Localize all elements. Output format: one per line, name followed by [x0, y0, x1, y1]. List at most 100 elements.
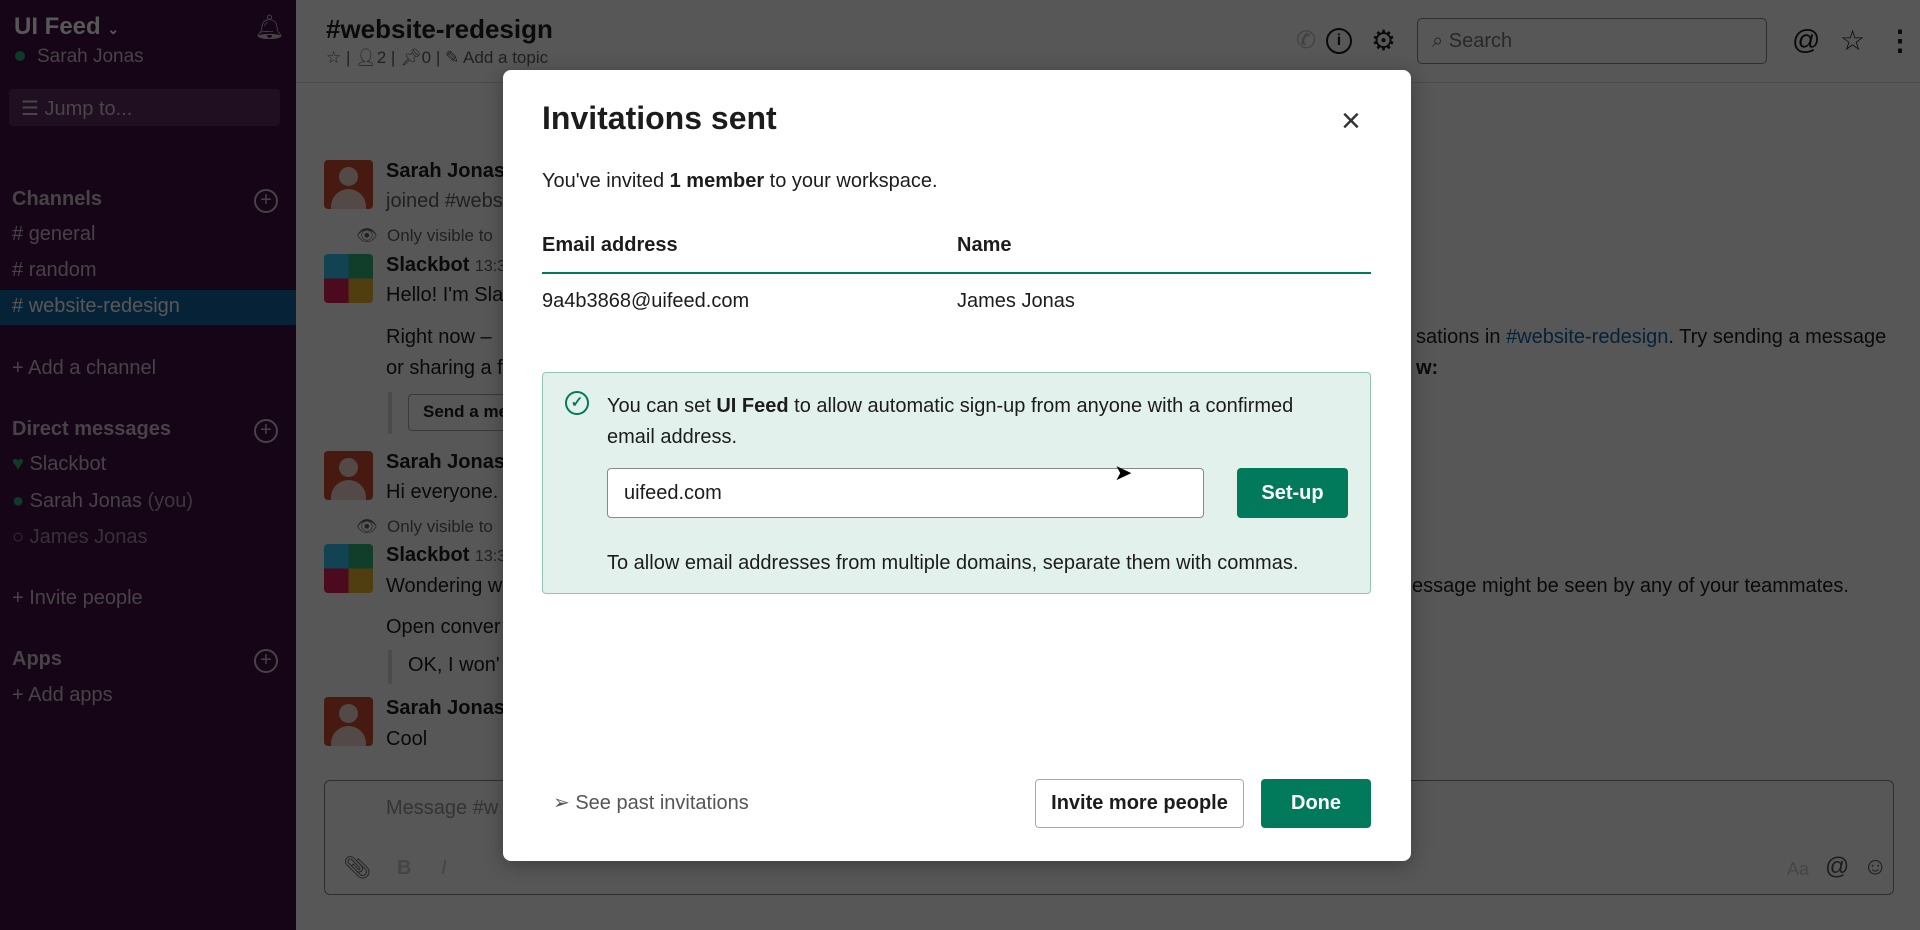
pin-icon[interactable]: 📌︎	[400, 48, 422, 67]
composer-placeholder: Message #w	[386, 797, 499, 819]
current-user: Sarah Jonas	[37, 46, 144, 67]
email-column-header: Email address	[542, 234, 678, 256]
channel-label: random	[28, 259, 97, 281]
info-icon[interactable]: i	[1326, 28, 1352, 54]
slackbot-avatar[interactable]	[324, 544, 373, 593]
dm-label: James Jonas	[29, 526, 148, 548]
visibility-label: Only visible to	[387, 517, 493, 536]
invite-name: James Jonas	[957, 290, 1075, 312]
add-channel-link[interactable]: + Add a channel	[12, 357, 156, 380]
avatar[interactable]	[324, 451, 373, 500]
italic-icon[interactable]: I	[441, 857, 447, 880]
add-topic-link[interactable]: Add a topic	[463, 48, 548, 67]
star-icon[interactable]: ☆	[326, 48, 341, 67]
workspace-name: UI Feed	[716, 395, 789, 417]
table-header-divider	[542, 272, 1371, 274]
add-dm-icon[interactable]: +	[254, 419, 278, 443]
author-label: Slackbot	[386, 544, 470, 566]
emoji-icon[interactable]: ☺	[1863, 853, 1888, 881]
check-circle-icon: ✓	[565, 391, 589, 415]
bold-icon[interactable]: B	[397, 857, 411, 880]
eye-icon: 👁︎	[356, 517, 378, 536]
channel-label: website-redesign	[28, 295, 180, 317]
message-text: or sharing a f	[386, 357, 503, 379]
invite-email: 9a4b3868@uifeed.com	[542, 290, 750, 312]
channels-heading[interactable]: Channels	[12, 188, 102, 211]
pin-count[interactable]: 0	[422, 48, 431, 67]
mentions-icon[interactable]: @	[1792, 24, 1820, 56]
add-app-icon[interactable]: +	[254, 649, 278, 673]
avatar[interactable]	[324, 697, 373, 746]
done-button[interactable]: Done	[1261, 779, 1371, 828]
message-text: Wondering w	[386, 575, 503, 597]
add-apps-link[interactable]: + Add apps	[12, 684, 113, 707]
text-fragment: to allow automatic sign-up from anyone w…	[788, 395, 1294, 417]
attach-icon[interactable]: 📎︎	[343, 855, 371, 881]
visibility-note: 👁︎ Only visible to	[356, 226, 493, 246]
members-icon[interactable]: 👤︎	[355, 48, 377, 67]
visibility-label: Only visible to	[387, 226, 493, 245]
message-text: essage might be seen by any of your team…	[1412, 575, 1849, 597]
setup-button[interactable]: Set-up	[1237, 468, 1348, 518]
domain-value: uifeed.com	[624, 482, 722, 504]
invitations-sent-modal: Invitations sent × You've invited 1 memb…	[503, 70, 1411, 861]
channel-link[interactable]: #website-redesign	[1506, 326, 1668, 348]
channel-label: general	[28, 223, 96, 245]
jump-icon: ☰	[21, 98, 45, 120]
workspace-name[interactable]: UI Feed ⌄	[14, 13, 119, 41]
message-author[interactable]: Slackbot 13:3	[386, 544, 506, 567]
sidebar-item-random[interactable]: # random	[12, 259, 97, 282]
message-author[interactable]: Sarah Jonas	[386, 451, 505, 474]
star-icon[interactable]: ☆	[1840, 24, 1865, 57]
quote-text: OK, I won'	[408, 654, 500, 676]
timestamp[interactable]: 13:3	[475, 258, 506, 275]
pencil-icon: ✎	[445, 48, 460, 67]
more-icon[interactable]: ⋮	[1886, 24, 1914, 57]
jump-to-input[interactable]: ☰ Jump to...	[9, 89, 280, 126]
see-past-invitations-link[interactable]: ➢ See past invitations	[553, 790, 749, 815]
domain-help-text: To allow email addresses from multiple d…	[607, 552, 1299, 574]
apps-heading[interactable]: Apps	[12, 648, 62, 671]
mention-icon[interactable]: @	[1825, 853, 1849, 881]
gear-icon[interactable]: ⚙	[1371, 24, 1396, 57]
member-count[interactable]: 2	[377, 48, 386, 67]
sidebar-item-general[interactable]: # general	[12, 223, 95, 246]
bell-icon[interactable]: 🔔︎	[254, 13, 284, 42]
message-author[interactable]: Sarah Jonas	[386, 160, 505, 183]
text-fragment: . Try sending a message	[1668, 326, 1887, 348]
message-author[interactable]: Slackbot 13:3	[386, 254, 506, 277]
eye-icon: 👁︎	[356, 226, 378, 245]
add-apps-label: Add apps	[28, 684, 113, 706]
text-fragment: to your workspace.	[764, 170, 938, 192]
heart-icon: ♥	[12, 453, 24, 475]
message-author[interactable]: Sarah Jonas	[386, 697, 505, 720]
add-channel-icon[interactable]: +	[254, 189, 278, 213]
workspace-label: UI Feed	[14, 13, 101, 40]
text-fragment: You've invited	[542, 170, 670, 192]
dm-slackbot[interactable]: ♥ Slackbot	[12, 453, 106, 476]
avatar[interactable]	[324, 160, 373, 209]
message-text: Open conver	[386, 616, 501, 638]
dm-james[interactable]: ○ James Jonas	[12, 526, 148, 549]
format-toggle[interactable]: Aa	[1787, 859, 1809, 880]
search-input[interactable]: ⌕ Search	[1417, 18, 1767, 64]
jump-placeholder: Jump to...	[44, 98, 133, 120]
domain-input[interactable]: uifeed.com	[607, 468, 1204, 518]
presence-icon: ●	[12, 490, 25, 512]
message-text: Cool	[386, 728, 428, 750]
sidebar-item-website-redesign[interactable]: # website-redesign	[0, 290, 296, 325]
invite-people-link[interactable]: + Invite people	[12, 587, 143, 610]
past-invitations-label: See past invitations	[575, 792, 749, 814]
invite-more-button[interactable]: Invite more people	[1035, 779, 1244, 828]
member-count: 1 member	[669, 170, 765, 192]
phone-icon[interactable]: ✆	[1296, 26, 1316, 55]
message-text: Right now –	[386, 326, 492, 348]
away-icon: ○	[12, 526, 25, 548]
close-icon[interactable]: ×	[1341, 104, 1361, 138]
slackbot-avatar[interactable]	[324, 254, 373, 303]
dm-heading[interactable]: Direct messages	[12, 418, 171, 441]
timestamp[interactable]: 13:3	[475, 548, 506, 565]
dm-sarah[interactable]: ● Sarah Jonas (you)	[12, 490, 193, 513]
search-placeholder: Search	[1448, 30, 1513, 52]
message-text: w:	[1416, 357, 1439, 379]
